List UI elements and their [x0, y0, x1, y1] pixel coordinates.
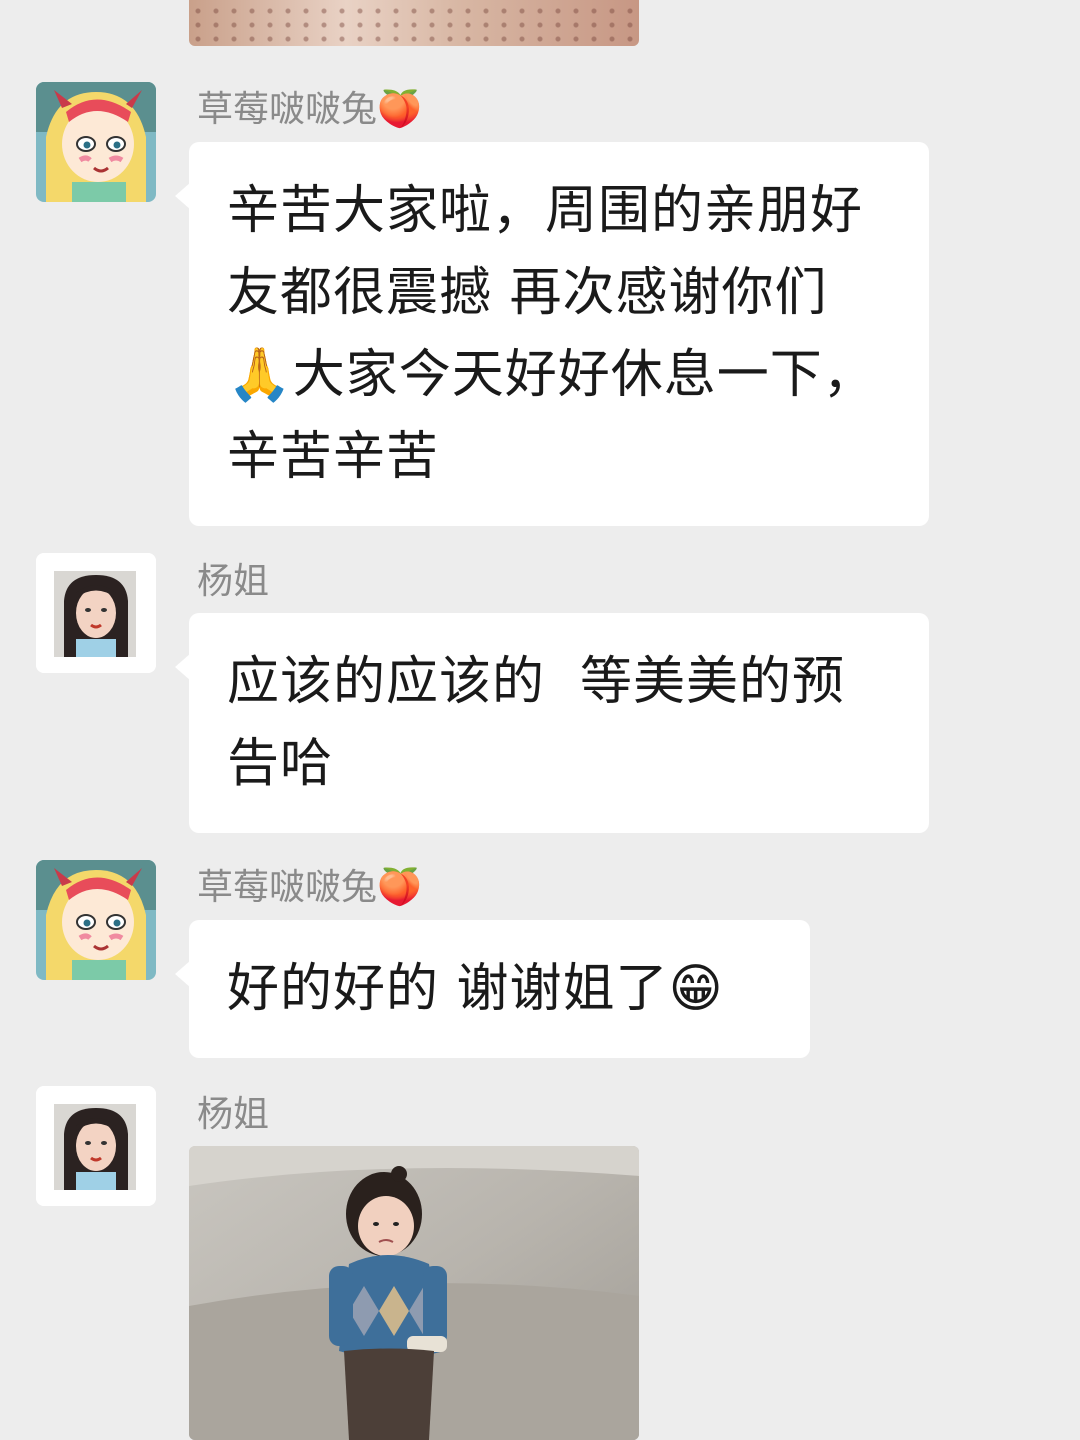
- message-bubble[interactable]: 好的好的 谢谢姐了😁: [175, 920, 810, 1058]
- woman-photo-avatar[interactable]: [36, 1086, 156, 1206]
- sender-name: 草莓啵啵兔🍑: [197, 867, 422, 908]
- message-text: 辛苦大家啦，周围的亲朋好友都很震撼 再次感谢你们🙏大家今天好好休息一下，辛苦辛苦: [227, 181, 876, 487]
- sender-name: 杨姐: [197, 1094, 270, 1135]
- message-text: 好的好的 谢谢姐了😁: [227, 959, 724, 1019]
- photo-message[interactable]: [189, 1146, 639, 1440]
- cartoon-girl-avatar[interactable]: [36, 82, 156, 202]
- sender-name: 草莓啵啵兔🍑: [197, 89, 422, 130]
- cartoon-girl-avatar[interactable]: [36, 860, 156, 980]
- sender-name: 杨姐: [197, 561, 270, 602]
- message-bubble[interactable]: 辛苦大家啦，周围的亲朋好友都很震撼 再次感谢你们🙏大家今天好好休息一下，辛苦辛苦: [175, 142, 929, 526]
- message-bubble[interactable]: 应该的应该的 等美美的预告哈: [175, 613, 929, 833]
- woman-photo-avatar[interactable]: [36, 553, 156, 673]
- image-message-partial[interactable]: [189, 0, 639, 46]
- chat-view: 草莓啵啵兔🍑 辛苦大家啦，周围的亲朋好友都很震撼 再次感谢你们🙏大家今天好好休息…: [0, 0, 1080, 1440]
- message-text: 应该的应该的 等美美的预告哈: [227, 652, 846, 794]
